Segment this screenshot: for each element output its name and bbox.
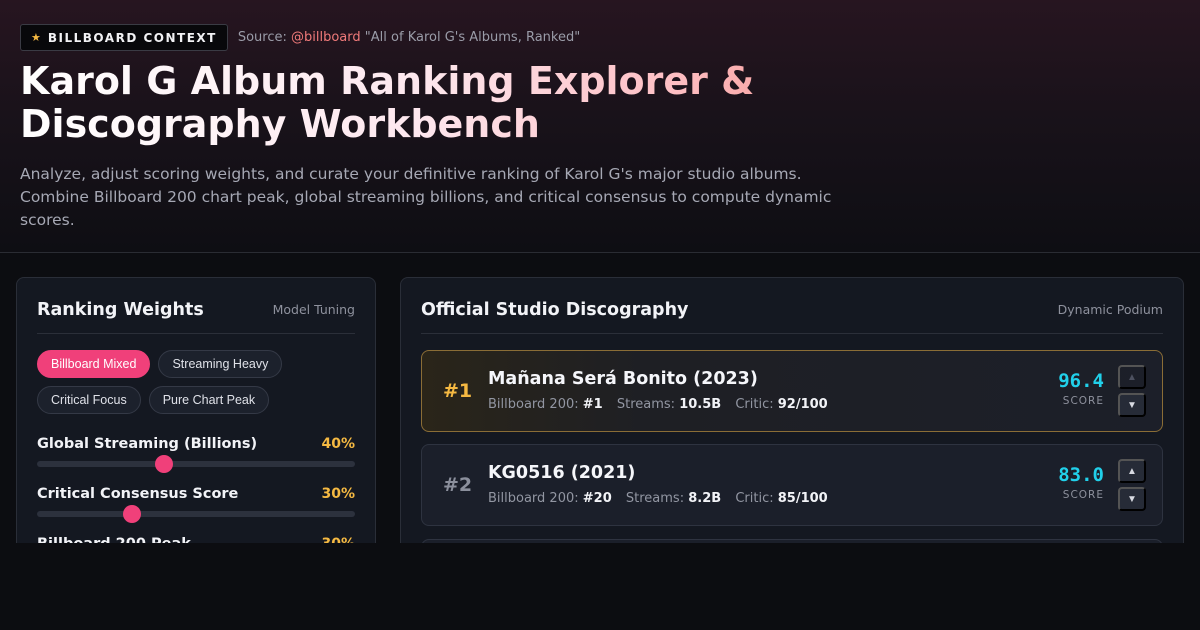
slider-thumb[interactable] <box>155 455 174 473</box>
slider-label: Critical Consensus Score <box>37 486 239 502</box>
discography-panel: Official Studio Discography Dynamic Podi… <box>400 277 1184 599</box>
billboard-context-badge: ★ BILLBOARD CONTEXT <box>20 24 228 51</box>
streams-stat-label: Streams: <box>616 397 676 412</box>
source-row: ★ BILLBOARD CONTEXT Source: @billboard "… <box>20 24 580 51</box>
album-rank: #1 <box>443 380 473 402</box>
billboard-stat-label: Billboard 200: <box>488 491 579 506</box>
slider-value: 40% <box>321 436 355 452</box>
critic-stat-label: Critic: <box>735 397 774 412</box>
preset-billboard-mixed-button[interactable]: Billboard Mixed <box>37 350 151 378</box>
preset-pure-chart-peak-button[interactable]: Pure Chart Peak <box>148 386 270 414</box>
preset-critical-focus-button[interactable]: Critical Focus <box>37 386 141 414</box>
slider-track[interactable] <box>37 455 355 473</box>
score-value: 96.4 <box>1058 370 1104 392</box>
discography-panel-header: Official Studio Discography Dynamic Podi… <box>421 299 1163 334</box>
viewport-fold <box>0 543 1200 630</box>
critic-stat-value: 92/100 <box>777 397 828 412</box>
streams-stat-value: 8.2B <box>688 491 722 506</box>
weights-panel-header: Ranking Weights Model Tuning <box>37 299 355 334</box>
score-label: SCORE <box>1062 489 1104 501</box>
billboard-stat-label: Billboard 200: <box>488 397 579 412</box>
hero-header: ★ BILLBOARD CONTEXT Source: @billboard "… <box>0 0 1200 253</box>
page-title: Karol G Album Ranking Explorer & Discogr… <box>20 60 1020 146</box>
source-citation: Source: @billboard "All of Karol G's Alb… <box>238 30 580 45</box>
slider-label: Global Streaming (Billions) <box>37 436 258 452</box>
source-prefix: Source: <box>237 30 287 45</box>
move-down-button[interactable]: ▼ <box>1118 487 1146 511</box>
source-article-title: "All of Karol G's Albums, Ranked" <box>364 30 581 45</box>
album-stats: Billboard 200: #1 Streams: 10.5B Critic:… <box>488 397 828 412</box>
streams-stat-value: 10.5B <box>679 397 722 412</box>
album-score: 83.0 SCORE <box>1058 464 1104 501</box>
critic-stat-value: 85/100 <box>777 491 828 506</box>
move-down-button[interactable]: ▼ <box>1118 393 1146 417</box>
discography-panel-title: Official Studio Discography <box>421 300 689 320</box>
album-card[interactable]: #1 Mañana Será Bonito (2023) Billboard 2… <box>421 350 1163 432</box>
slider-value: 30% <box>321 486 355 502</box>
ranking-weights-panel: Ranking Weights Model Tuning Billboard M… <box>16 277 376 573</box>
badge-label: BILLBOARD CONTEXT <box>47 30 217 45</box>
streams-stat-label: Streams: <box>625 491 685 506</box>
star-icon: ★ <box>31 31 41 44</box>
album-stats: Billboard 200: #20 Streams: 8.2B Critic:… <box>488 491 828 506</box>
streaming-weight-slider: Global Streaming (Billions) 40% <box>37 436 355 473</box>
weights-panel-meta: Model Tuning <box>272 302 355 317</box>
album-card[interactable]: #2 KG0516 (2021) Billboard 200: #20 Stre… <box>421 444 1163 526</box>
album-title: KG0516 (2021) <box>488 463 636 483</box>
album-title: Mañana Será Bonito (2023) <box>488 369 758 389</box>
weights-panel-title: Ranking Weights <box>37 300 204 320</box>
album-score: 96.4 SCORE <box>1058 370 1104 407</box>
slider-track[interactable] <box>37 505 355 523</box>
album-rank: #2 <box>443 474 473 496</box>
billboard-stat-value: #20 <box>582 491 612 506</box>
discography-panel-meta: Dynamic Podium <box>1057 302 1163 317</box>
move-up-button[interactable]: ▲ <box>1118 459 1146 483</box>
score-value: 83.0 <box>1058 464 1104 486</box>
billboard-stat-value: #1 <box>582 397 603 412</box>
slider-thumb[interactable] <box>123 505 142 523</box>
score-label: SCORE <box>1062 395 1104 407</box>
page-description: Analyze, adjust scoring weights, and cur… <box>20 165 832 229</box>
critic-stat-label: Critic: <box>735 491 774 506</box>
weight-presets: Billboard Mixed Streaming Heavy Critical… <box>37 350 357 414</box>
critical-weight-slider: Critical Consensus Score 30% <box>37 486 355 523</box>
preset-streaming-heavy-button[interactable]: Streaming Heavy <box>158 350 283 378</box>
move-up-button[interactable]: ▲ <box>1118 365 1146 389</box>
source-handle-link[interactable]: @billboard <box>291 30 361 45</box>
